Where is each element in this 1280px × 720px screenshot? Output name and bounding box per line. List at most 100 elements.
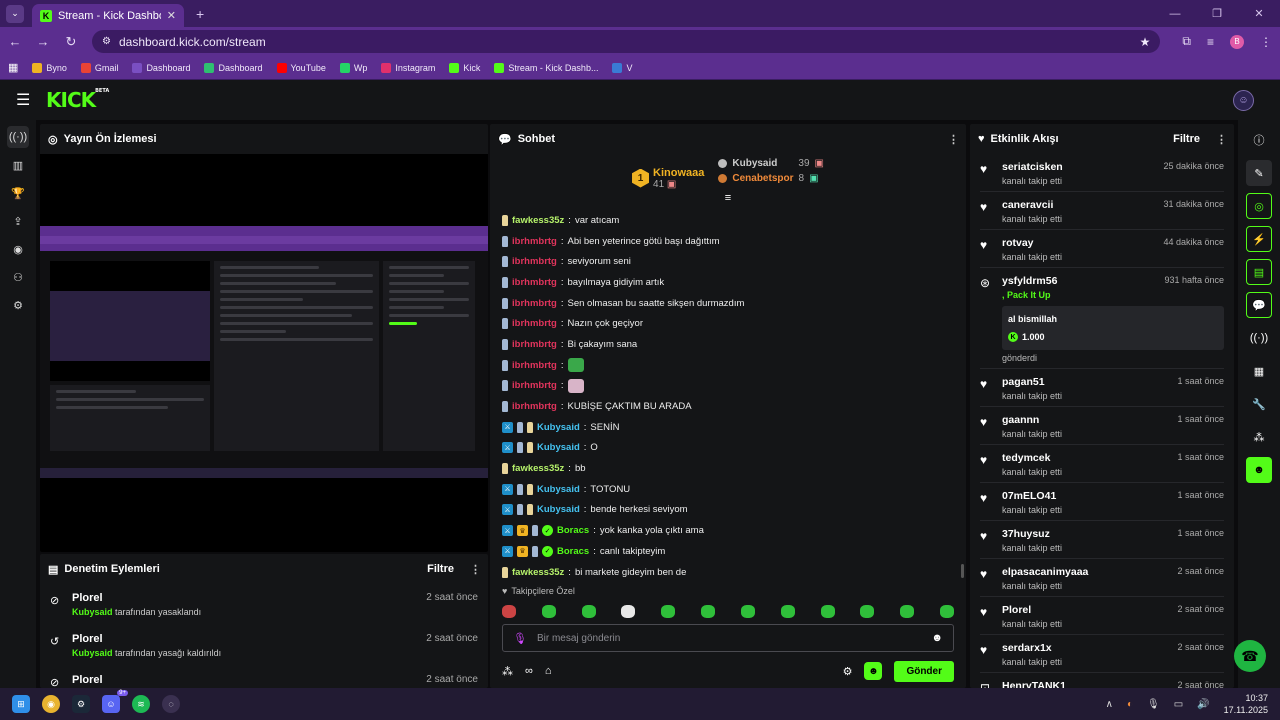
quick-emote-icon[interactable] bbox=[581, 604, 596, 618]
quick-emote-icon[interactable] bbox=[621, 604, 636, 618]
chat-message[interactable]: ibrhmbrtg: Sen olmasan bu saatte sikşen d… bbox=[502, 293, 948, 314]
new-tab-button[interactable]: + bbox=[196, 6, 204, 22]
spotify-icon[interactable]: ≋ bbox=[132, 695, 150, 713]
activity-username[interactable]: seriatcisken bbox=[1002, 161, 1063, 173]
activity-username[interactable]: caneravcii bbox=[1002, 199, 1053, 211]
back-button[interactable]: ← bbox=[8, 34, 22, 49]
moderation-item[interactable]: ↺ Plorel Kubysaid tarafından yasağı kaldır… bbox=[50, 625, 478, 666]
kickbot-icon[interactable]: ☻ bbox=[864, 662, 883, 680]
help-support-button[interactable]: ☎ bbox=[1234, 640, 1266, 672]
close-window-button[interactable]: ✕ bbox=[1238, 0, 1280, 27]
chat-expand-icon[interactable]: ≡ bbox=[490, 192, 966, 204]
chat-username[interactable]: ibrhmbrtg bbox=[512, 256, 557, 267]
bookmark-item[interactable]: Dashboard bbox=[132, 62, 190, 73]
stream-nav-icon[interactable]: ((·)) bbox=[7, 126, 29, 148]
chat-message[interactable]: ⚔ ♛ ✓ Boracs: yok kanka yola çıktı ama bbox=[502, 520, 948, 541]
moderated-user[interactable]: Plorel bbox=[72, 633, 416, 645]
quick-emote-icon[interactable] bbox=[661, 604, 676, 618]
activity-username[interactable]: pagan51 bbox=[1002, 376, 1045, 388]
moderation-item[interactable]: ⊘ Plorel Kubysaid tarafından yasaklandı 2 s… bbox=[50, 584, 478, 625]
chat-toggle-icon[interactable]: 💬 bbox=[1246, 292, 1272, 318]
chat-message[interactable]: fawkess35z: var atıcam bbox=[502, 210, 948, 231]
chat-username[interactable]: fawkess35z bbox=[512, 215, 564, 226]
steam-icon[interactable]: ⚙ bbox=[72, 695, 90, 713]
activity-username[interactable]: Plorel bbox=[1002, 604, 1031, 616]
media-controls-icon[interactable]: ≡ bbox=[1207, 35, 1214, 49]
infinity-icon[interactable]: ∞ bbox=[525, 665, 533, 677]
layout-icon[interactable]: ▦ bbox=[1246, 358, 1272, 384]
discord-icon[interactable]: ☺ 9+ bbox=[102, 690, 128, 713]
kicks-rail-icon[interactable]: ⁂ bbox=[1246, 424, 1272, 450]
activity-more-icon[interactable]: ⋮ bbox=[1216, 133, 1227, 146]
bookmark-item[interactable]: YouTube bbox=[276, 62, 326, 73]
chat-message[interactable]: ibrhmbrtg: bbox=[502, 355, 948, 376]
extensions-icon[interactable]: ⧉ bbox=[1182, 34, 1191, 49]
moderator-name[interactable]: Kubysaid bbox=[72, 607, 113, 617]
chat-message[interactable]: ibrhmbrtg: Abi ben yeterince götü başı da… bbox=[502, 231, 948, 252]
quick-emote-icon[interactable] bbox=[900, 604, 915, 618]
activity-username[interactable]: 37huysuz bbox=[1002, 528, 1050, 540]
microphone-icon[interactable]: 🎙 bbox=[513, 632, 527, 645]
moderated-user[interactable]: Plorel bbox=[72, 674, 416, 686]
activity-follow-item[interactable]: ♥ gaannn 1 saat önce kanalı takip etti bbox=[980, 407, 1224, 445]
chat-username[interactable]: Boracs bbox=[557, 525, 589, 536]
upload-nav-icon[interactable]: ⇪ bbox=[7, 210, 29, 232]
chat-username[interactable]: Kubysaid bbox=[537, 504, 580, 515]
activity-username[interactable]: ysfyldrm56 bbox=[1002, 275, 1057, 287]
chat-message[interactable]: ⚔ Kubysaid: SENİN bbox=[502, 417, 948, 438]
chat-message[interactable]: ⚔ Kubysaid: bende herkesi seviyom bbox=[502, 500, 948, 521]
bookmark-item[interactable]: Gmail bbox=[80, 62, 118, 73]
tools-icon[interactable]: 🔧 bbox=[1246, 391, 1272, 417]
chat-username[interactable]: ibrhmbrtg bbox=[512, 236, 557, 247]
chat-message[interactable]: fawkess35z: bi markete gideyim ben de bbox=[502, 562, 948, 583]
chrome-icon[interactable]: ◉ bbox=[42, 695, 60, 713]
camera-nav-icon[interactable]: ◉ bbox=[7, 238, 29, 260]
activity-username[interactable]: elpasacanimyaaa bbox=[1002, 566, 1088, 578]
profile-avatar[interactable]: B bbox=[1230, 34, 1244, 49]
chat-username[interactable]: ibrhmbrtg bbox=[512, 277, 557, 288]
forward-button[interactable]: → bbox=[36, 34, 50, 49]
chat-message[interactable]: fawkess35z: bb bbox=[502, 458, 948, 479]
activity-username[interactable]: tedymcek bbox=[1002, 452, 1050, 464]
quick-emote-icon[interactable] bbox=[541, 604, 556, 618]
activity-follow-item[interactable]: ♥ caneravcii 31 dakika önce kanalı takip et… bbox=[980, 192, 1224, 230]
chat-username[interactable]: ibrhmbrtg bbox=[512, 298, 557, 309]
moderation-more-icon[interactable]: ⋮ bbox=[470, 563, 481, 576]
chat-settings-icon[interactable]: ⚙ bbox=[843, 665, 853, 678]
url-bar[interactable]: ⚙ dashboard.kick.com/stream ★ bbox=[92, 30, 1161, 53]
second-place-name[interactable]: Kubysaid bbox=[732, 158, 777, 169]
preview-toggle-icon[interactable]: ◎ bbox=[1246, 193, 1272, 219]
chat-message[interactable]: ibrhmbrtg: KUBİŞE ÇAKTIM BU ARADA bbox=[502, 396, 948, 417]
kicks-icon[interactable]: ⁂ bbox=[502, 665, 513, 678]
activity-follow-item[interactable]: ♥ 37huysuz 1 saat önce kanalı takip etti bbox=[980, 521, 1224, 559]
chat-username[interactable]: Kubysaid bbox=[537, 422, 580, 433]
chat-username[interactable]: ibrhmbrtg bbox=[512, 401, 557, 412]
quick-emote-icon[interactable] bbox=[820, 604, 835, 618]
chat-message[interactable]: ibrhmbrtg: bbox=[502, 376, 948, 397]
activity-username[interactable]: 07mELO41 bbox=[1002, 490, 1056, 502]
analytics-nav-icon[interactable]: ▥ bbox=[7, 154, 29, 176]
maximize-button[interactable]: ❐ bbox=[1196, 0, 1238, 27]
send-button[interactable]: Gönder bbox=[894, 660, 954, 682]
quick-emote-icon[interactable] bbox=[701, 604, 716, 618]
bookmark-star-icon[interactable]: ★ bbox=[1140, 35, 1151, 49]
system-clock[interactable]: 10:37 17.11.2025 bbox=[1224, 692, 1268, 716]
chat-message[interactable]: ibrhmbrtg: Nazın çok geçiyor bbox=[502, 313, 948, 334]
tray-app-icon[interactable]: ◐ bbox=[1127, 699, 1133, 710]
activity-filter-button[interactable]: Filtre bbox=[1173, 133, 1200, 145]
chat-username[interactable]: Kubysaid bbox=[537, 442, 580, 453]
volume-icon[interactable]: 🔊 bbox=[1197, 699, 1209, 710]
activity-follow-item[interactable]: ♥ serdarx1x 2 saat önce kanalı takip etti bbox=[980, 635, 1224, 673]
activity-follow-item[interactable]: ♥ tedymcek 1 saat önce kanalı takip etti bbox=[980, 445, 1224, 483]
chat-username[interactable]: ibrhmbrtg bbox=[512, 360, 557, 371]
bookmark-item[interactable]: Byno bbox=[32, 62, 67, 73]
bookmark-item[interactable]: Wp bbox=[339, 62, 367, 73]
hamburger-menu-icon[interactable]: ☰ bbox=[16, 90, 36, 110]
activity-username[interactable]: serdarx1x bbox=[1002, 642, 1052, 654]
site-info-icon[interactable]: ⚙ bbox=[102, 36, 111, 47]
quick-actions-icon[interactable]: ⚡ bbox=[1246, 226, 1272, 252]
quick-emote-icon[interactable] bbox=[939, 604, 954, 618]
users-nav-icon[interactable]: ⚇ bbox=[7, 266, 29, 288]
chat-message[interactable]: ⚔ Kubysaid: O bbox=[502, 438, 948, 459]
bookmark-item[interactable]: Stream - Kick Dashb... bbox=[494, 62, 598, 73]
